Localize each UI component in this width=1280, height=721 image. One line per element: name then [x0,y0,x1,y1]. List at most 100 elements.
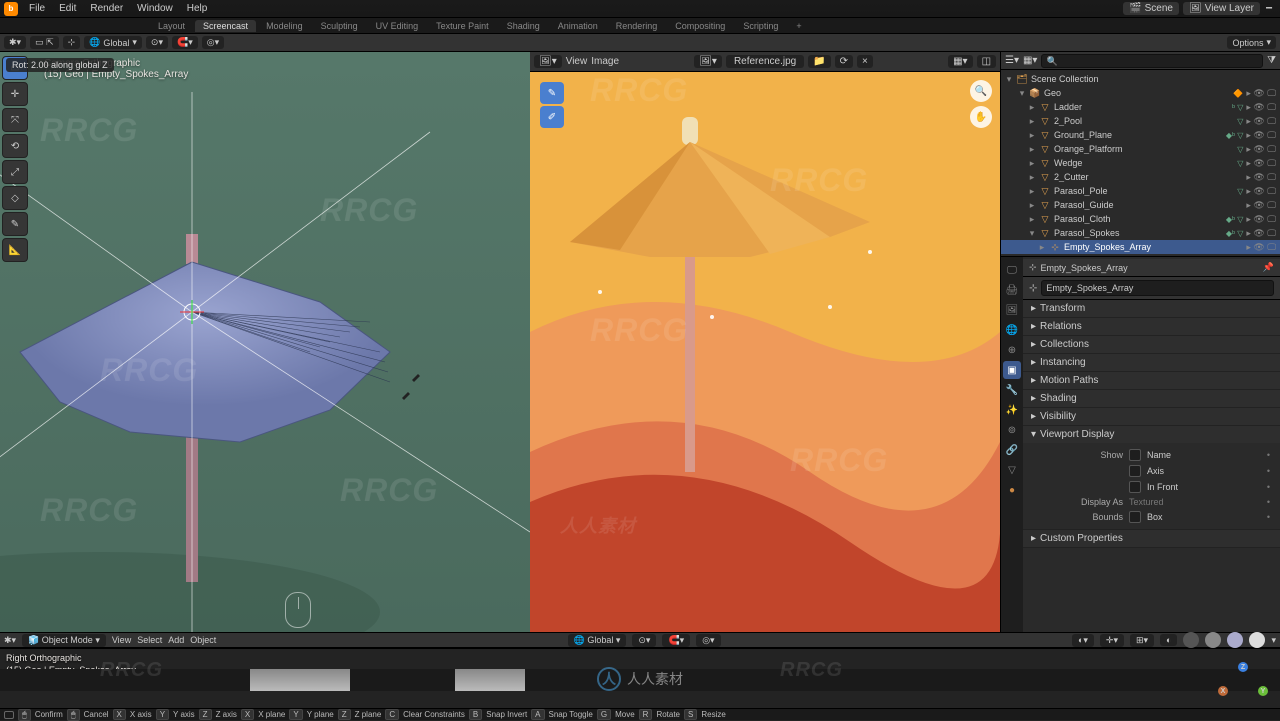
workspace-tab[interactable]: Scripting [735,20,786,32]
prop-tab-world[interactable]: ⊕ [1003,341,1021,359]
bh-gizmo-toggle[interactable]: ✛▾ [1100,634,1124,647]
outliner-search-input[interactable] [1041,54,1263,68]
bh-pivot[interactable]: ⊙▾ [632,634,656,647]
outliner-display-icon[interactable]: ▦▾ [1023,55,1037,66]
prop-tab-constraints[interactable]: 🔗 [1003,441,1021,459]
workspace-tab[interactable]: Layout [150,20,193,32]
shading-matprev-icon[interactable] [1227,632,1243,648]
bh-xray[interactable]: ◐ [1160,634,1177,646]
outliner-row[interactable]: ▸ ▽ 2_Pool ▽ ▸ 👁 🖵 [1001,114,1280,128]
tool-move[interactable]: ⤧ [2,108,28,132]
checkbox[interactable] [1129,481,1141,493]
prop-tab-particles[interactable]: ✨ [1003,401,1021,419]
pin-icon[interactable]: 📌 [1263,262,1274,273]
pivot-dropdown[interactable]: ⊙▾ [146,36,168,49]
workspace-tab[interactable]: Modeling [258,20,311,32]
checkbox[interactable] [1129,449,1141,461]
tool-scale[interactable]: ⤢ [2,160,28,184]
options-dropdown[interactable]: Options ▾ [1227,36,1276,49]
workspace-tab[interactable]: Sculpting [313,20,366,32]
tool-cursor[interactable]: ✛ [2,82,28,106]
prop-tab-output[interactable]: 🖨 [1003,281,1021,299]
bh-orientation[interactable]: 🌐 Global ▾ [568,634,627,647]
select-tool-chip[interactable]: ▭ ⇱ [30,36,59,49]
img-browse-button[interactable]: 📁 [808,55,830,68]
panel-header[interactable]: ▸Visibility [1023,408,1280,425]
bh-overlay-toggle[interactable]: ⊞▾ [1130,634,1154,647]
img-editor-type[interactable]: 🖼▾ [534,55,562,68]
panel-header[interactable]: ▸Motion Paths [1023,372,1280,389]
mode-dropdown[interactable]: 🧊 Object Mode ▾ [22,634,106,647]
bh-menu-object[interactable]: Object [190,635,216,645]
outliner-row[interactable]: ▸ ▽ Ladder ᵇ ▽ ▸ 👁 🖵 [1001,100,1280,114]
img-reload-button[interactable]: ⟳ [835,55,853,68]
bh-menu-view[interactable]: View [112,635,131,645]
bh-menu-select[interactable]: Select [137,635,162,645]
panel-header[interactable]: ▸Custom Properties [1023,530,1280,547]
menu-edit[interactable]: Edit [52,3,83,14]
shading-rendered-icon[interactable] [1249,632,1265,648]
timeline[interactable]: Right Orthographic (15) Geo | Empty_Spok… [0,648,1280,708]
snap-dropdown[interactable]: 🧲▾ [172,36,198,49]
bh-snap[interactable]: 🧲▾ [662,634,690,647]
img-view-mode[interactable]: ▦▾ [948,55,972,68]
menu-help[interactable]: Help [180,3,215,14]
image-filename[interactable]: Reference.jpg [726,55,804,68]
prop-tab-modifiers[interactable]: 🔧 [1003,381,1021,399]
object-name-input[interactable] [1041,280,1274,296]
tool-rotate[interactable]: ⟲ [2,134,28,158]
outliner-row[interactable]: ▸ 📦 Crew ᵇ 🟡 🔶 ▸ 👁 🖵 [1001,254,1280,256]
sample-tool-icon[interactable]: ✎ [540,82,564,104]
prop-tab-render[interactable]: 🖵 [1003,261,1021,279]
menu-window[interactable]: Window [130,3,180,14]
drag-chip[interactable]: ⊹ [63,36,81,49]
orientation-dropdown[interactable]: 🌐 Global ▾ [84,36,142,49]
outliner-row[interactable]: ▸ ▽ 2_Cutter ▸ 👁 🖵 [1001,170,1280,184]
outliner-row[interactable]: ▸ ▽ Wedge ▽ ▸ 👁 🖵 [1001,156,1280,170]
tool-transform[interactable]: ◇ [2,186,28,210]
prop-tab-viewlayer[interactable]: 🖼 [1003,301,1021,319]
workspace-tab[interactable]: Texture Paint [428,20,497,32]
checkbox[interactable] [1129,511,1141,523]
panel-header[interactable]: ▾Viewport Display [1023,426,1280,443]
bh-proportional[interactable]: ◎▾ [696,634,720,647]
image-editor[interactable]: 🖼▾ View Image 🖼▾ Reference.jpg 📁 ⟳ × ▦▾ … [530,52,1000,632]
outliner-row[interactable]: ▸ ⊹ Empty_Spokes_Array ▸ 👁 🖵 [1001,240,1280,254]
outliner-row[interactable]: ▾ ▽ Parasol_Spokes ◆ᵇ ▽ ▸ 👁 🖵 [1001,226,1280,240]
prop-tab-data[interactable]: ▽ [1003,461,1021,479]
tool-annotate[interactable]: ✎ [2,212,28,236]
img-close-button[interactable]: × [857,55,873,68]
menu-file[interactable]: File [22,3,52,14]
view-layer-selector[interactable]: 🖼View Layer [1183,2,1260,15]
axis-gizmo[interactable]: Z Y X [1218,662,1268,702]
workspace-tab[interactable]: Shading [499,20,548,32]
outliner-row[interactable]: ▸ ▽ Ground_Plane ◆ᵇ ▽ ▸ 👁 🖵 [1001,128,1280,142]
outliner-row[interactable]: ▾ 📦 Geo 🔶 ▸ 👁 🖵 [1001,86,1280,100]
outliner-row[interactable]: ▸ ▽ Parasol_Cloth ◆ᵇ ▽ ▸ 👁 🖵 [1001,212,1280,226]
panel-header[interactable]: ▸Instancing [1023,354,1280,371]
tool-measure[interactable]: 📐 [2,238,28,262]
checkbox[interactable] [1129,465,1141,477]
annotate-tool-icon[interactable]: ✐ [540,106,564,128]
prop-tab-physics[interactable]: ⊚ [1003,421,1021,439]
img-menu-view[interactable]: View [566,56,588,67]
img-link-icon[interactable]: 🖼▾ [694,55,722,68]
outliner-type-icon[interactable]: ☰▾ [1005,55,1019,66]
bh-menu-add[interactable]: Add [168,635,184,645]
viewport-3d[interactable]: Rot: 2.00 along global Z [0,52,530,632]
panel-header[interactable]: ▸Collections [1023,336,1280,353]
shading-solid-icon[interactable] [1205,632,1221,648]
editor-type-dropdown[interactable]: ✱▾ [4,36,26,49]
outliner-row[interactable]: ▸ ▽ Parasol_Pole ▽ ▸ 👁 🖵 [1001,184,1280,198]
prop-tab-object[interactable]: ▣ [1003,361,1021,379]
workspace-tab[interactable]: UV Editing [368,20,427,32]
shading-wireframe-icon[interactable] [1183,632,1199,648]
workspace-tab[interactable]: Screencast [195,20,256,32]
menu-render[interactable]: Render [83,3,130,14]
bh-overlays[interactable]: ◐▾ [1072,634,1094,647]
img-menu-image[interactable]: Image [591,56,619,67]
img-zoom-icon[interactable]: 🔍 [970,80,992,102]
panel-header[interactable]: ▸Shading [1023,390,1280,407]
img-zoom-icon[interactable]: ◫ [977,55,996,68]
panel-header[interactable]: ▸Relations [1023,318,1280,335]
